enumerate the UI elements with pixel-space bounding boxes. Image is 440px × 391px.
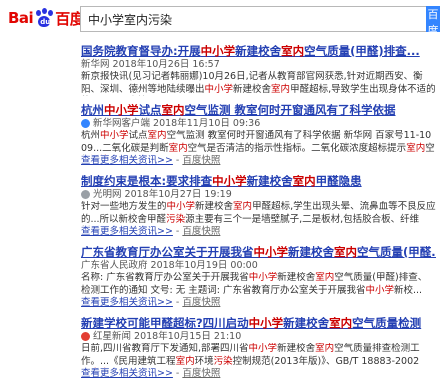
- search-result: 广东省教育厅办公室关于开展我省中小学新建校舍室内空气质量(甲醛... 广东省人民政…: [81, 245, 436, 309]
- highlight-keyword: 中小学: [365, 284, 394, 296]
- result-title-link[interactable]: 杭州中小学试点室内空气监测 教室何时开窗通风有了科学依据: [81, 103, 436, 117]
- highlight-keyword: 中小学: [248, 272, 278, 283]
- highlight-keyword: 中小学: [100, 130, 129, 141]
- highlight-keyword: 中小学: [166, 201, 196, 212]
- separator: -: [175, 297, 180, 308]
- result-source: 红星新闻 2018年10月15日 21:10: [81, 330, 436, 343]
- highlight-keyword: 室内: [175, 355, 195, 367]
- snapshot-link[interactable]: 百度快照: [182, 226, 220, 237]
- baidu-logo[interactable]: Bai du 百度: [8, 6, 85, 30]
- result-links: 查看更多相关资讯>> - 百度快照: [81, 297, 436, 309]
- source-text: 光明网 2018年10月27日 19:19: [93, 189, 232, 200]
- result-source: 广东省人民政府 2018年10月19日 00:00: [81, 259, 436, 272]
- paw-icon: du: [34, 8, 54, 28]
- search-input[interactable]: [80, 6, 426, 32]
- result-links: 查看更多相关资讯>> - 百度快照: [81, 155, 436, 167]
- snapshot-link[interactable]: 百度快照: [182, 368, 220, 379]
- search-result: 新建学校可能甲醛超标?四川启动中小学新建校舍室内空气质量检测 红星新闻 2018年…: [81, 316, 436, 380]
- highlight-keyword: 污染: [166, 213, 186, 225]
- highlight-keyword: 中小学: [212, 174, 247, 188]
- search-result: 制度约束是根本:要求排查中小学新建校舍室内甲醛隐患 光明网 2018年10月27日…: [81, 174, 436, 238]
- highlight-keyword: 中小学: [104, 103, 139, 117]
- snapshot-link[interactable]: 百度快照: [182, 155, 220, 166]
- highlight-keyword: 室内: [147, 130, 167, 141]
- highlight-keyword: 污染: [213, 355, 233, 367]
- result-abstract: 杭州中小学试点室内空气监测 教室何时开窗通风有了科学依据 新华网 百家号11-1…: [81, 130, 435, 154]
- more-news-link[interactable]: 查看更多相关资讯>>: [81, 368, 173, 379]
- highlight-keyword: 室内: [315, 343, 335, 354]
- more-news-link[interactable]: 查看更多相关资讯>>: [81, 297, 173, 308]
- result-title-link[interactable]: 国务院教育督导办:开展中小学新建校舍室内空气质量(甲醛)排查...: [81, 44, 436, 58]
- search-result: 杭州中小学试点室内空气监测 教室何时开窗通风有了科学依据 新华网客户端 2018年…: [81, 103, 436, 167]
- highlight-keyword: 中小学: [204, 83, 234, 95]
- snapshot-link[interactable]: 百度快照: [182, 297, 220, 308]
- source-text: 红星新闻 2018年10月15日 21:10: [93, 331, 242, 342]
- logo-text-paw: du: [40, 18, 51, 26]
- result-source: 光明网 2018年10月27日 19:19: [81, 188, 436, 201]
- highlight-keyword: 室内: [334, 245, 357, 259]
- highlight-keyword: 室内: [406, 142, 426, 154]
- result-source: 新华网客户端 2018年11月10日 09:36: [81, 117, 436, 130]
- highlight-keyword: 中小学: [248, 316, 284, 330]
- more-news-link[interactable]: 查看更多相关资讯>>: [81, 155, 173, 166]
- source-logo-icon: [81, 190, 90, 199]
- highlight-keyword: 室内: [281, 44, 305, 58]
- source-logo-icon: [81, 119, 90, 128]
- source-text: 新华网客户端 2018年11月10日 09:36: [93, 118, 261, 129]
- source-text: 新华网 2018年10月26日 16:57: [81, 59, 220, 70]
- search-result: 国务院教育督导办:开展中小学新建校舍室内空气质量(甲醛)排查... 新华网 201…: [81, 44, 436, 96]
- highlight-keyword: 中小学: [200, 44, 236, 58]
- more-news-link[interactable]: 查看更多相关资讯>>: [81, 226, 173, 237]
- highlight-keyword: 室内: [292, 174, 316, 188]
- highlight-keyword: 室内: [329, 316, 353, 330]
- result-title-link[interactable]: 广东省教育厅办公室关于开展我省中小学新建校舍室内空气质量(甲醛...: [81, 245, 436, 259]
- result-abstract: 名称: 广东省教育厅办公室关于开展我省中小学新建校舍室内空气质量(甲醛)排查、检…: [81, 272, 428, 296]
- result-title-link[interactable]: 新建学校可能甲醛超标?四川启动中小学新建校舍室内空气质量检测: [81, 316, 436, 330]
- separator: -: [175, 368, 180, 379]
- header: Bai du 百度 百度一下: [0, 0, 440, 38]
- highlight-keyword: 室内: [161, 103, 185, 117]
- separator: -: [175, 226, 180, 237]
- search-button[interactable]: 百度一下: [426, 6, 440, 32]
- highlight-keyword: 中小学: [253, 245, 289, 259]
- result-abstract: 针对一些地方发生的中小学新建校舍室内甲醛超标,学生出现头晕、流鼻血等不良反应的.…: [81, 201, 436, 225]
- result-abstract: 日前,四川省教育厅下发通知,部署四川省中小学新建校舍室内空气质量排查检测工作。.…: [81, 343, 420, 367]
- highlight-keyword: 室内: [233, 201, 253, 212]
- logo-text-left: Bai: [8, 9, 34, 27]
- highlight-keyword: 室内: [315, 272, 335, 283]
- results-list: 国务院教育督导办:开展中小学新建校舍室内空气质量(甲醛)排查... 新华网 201…: [81, 44, 436, 387]
- source-logo-icon: [81, 332, 90, 341]
- highlight-keyword: 中小学: [248, 343, 278, 354]
- result-links: 查看更多相关资讯>> - 百度快照: [81, 368, 436, 380]
- result-abstract: 新京报快讯(见习记者韩丽娜)10月26日,记者从教育部官网获悉,针对近期西安、衡…: [81, 71, 436, 95]
- result-title-link[interactable]: 制度约束是根本:要求排查中小学新建校舍室内甲醛隐患: [81, 174, 436, 188]
- source-text: 广东省人民政府 2018年10月19日 00:00: [81, 260, 258, 271]
- result-links: 查看更多相关资讯>> - 百度快照: [81, 226, 436, 238]
- highlight-keyword: 室内: [168, 142, 188, 154]
- result-source: 新华网 2018年10月26日 16:57: [81, 58, 436, 71]
- separator: -: [175, 155, 180, 166]
- highlight-keyword: 室内: [271, 83, 291, 95]
